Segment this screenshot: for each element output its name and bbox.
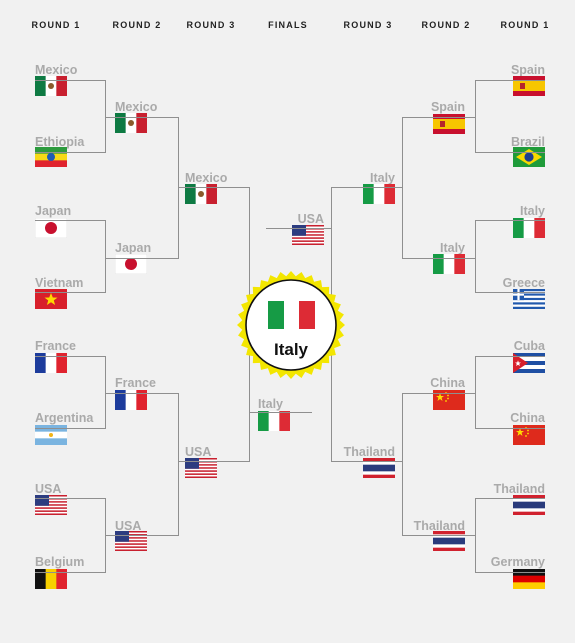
- right-round1-team-name: Thailand: [493, 482, 545, 496]
- bracket-line: [178, 393, 180, 537]
- left-round1-team-name: Argentina: [35, 411, 94, 425]
- header-right-round3: ROUND 3: [343, 20, 393, 30]
- bracket-line: [178, 461, 249, 463]
- bracket-line: [475, 498, 545, 500]
- bracket-line: [475, 80, 477, 154]
- bracket-line: [35, 498, 105, 500]
- flag-mexico-icon: [115, 113, 147, 133]
- right-round1-team-name: Cuba: [513, 339, 545, 353]
- right-round2-team-name: Spain: [430, 100, 465, 114]
- flag-japan-icon: [115, 254, 147, 274]
- bracket-line: [35, 428, 105, 430]
- bracket-line: [266, 228, 332, 230]
- left-round1-team-name: France: [35, 339, 76, 353]
- bracket-line: [331, 461, 402, 463]
- bracket-line: [35, 220, 105, 222]
- bracket-line: [35, 152, 105, 154]
- left-round2-team-name: Japan: [115, 241, 152, 255]
- bracket-line: [331, 187, 402, 189]
- bracket-line: [475, 292, 545, 294]
- bracket-line: [402, 258, 475, 260]
- flag-italy-icon: [433, 254, 465, 274]
- flag-thailand-icon: [433, 531, 465, 551]
- bracket-line: [35, 292, 105, 294]
- right-round2-team-name: Italy: [439, 241, 465, 255]
- champion-flag-icon: [268, 301, 315, 329]
- bracket-line: [105, 220, 107, 294]
- left-round1-team-name: Belgium: [35, 555, 85, 569]
- bracket-line: [475, 220, 477, 294]
- flag-spain-icon: [513, 76, 545, 96]
- right-round3-team-name: Thailand: [343, 445, 395, 459]
- flag-italy-icon: [258, 411, 290, 431]
- right-round1-team-name: Italy: [519, 204, 545, 218]
- bracket-line: [35, 356, 105, 358]
- bracket-line: [249, 412, 312, 414]
- bracket-line: [402, 393, 475, 395]
- header-left-round1: ROUND 1: [31, 20, 81, 30]
- bracket-line: [475, 428, 545, 430]
- bracket-line: [475, 356, 545, 358]
- bracket-line: [105, 393, 178, 395]
- bracket-line: [178, 187, 249, 189]
- left-round3-team-name: Mexico: [185, 171, 228, 185]
- bracket-line: [105, 258, 178, 260]
- bracket-line: [475, 498, 477, 574]
- bracket-line: [475, 356, 477, 430]
- bracket-line: [105, 535, 178, 537]
- right-round1-team-name: Greece: [502, 276, 545, 290]
- bracket-line: [475, 572, 545, 574]
- left-round3-team-name: USA: [185, 445, 212, 459]
- champion-name: Italy: [273, 340, 309, 359]
- bracket-line: [475, 80, 545, 82]
- right-round1-team-name: China: [510, 411, 545, 425]
- bracket-line: [35, 572, 105, 574]
- header-right-round2: ROUND 2: [421, 20, 471, 30]
- right-round3-team-name: Italy: [369, 171, 395, 185]
- bracket-line: [105, 117, 178, 119]
- flag-usa-icon: [115, 531, 147, 551]
- bracket-line: [35, 80, 105, 82]
- left-round1-team-name: Japan: [35, 204, 72, 218]
- bracket-line: [475, 220, 545, 222]
- champion-badge: [237, 271, 345, 379]
- left-round2-team-name: France: [115, 376, 156, 390]
- header-left-round2: ROUND 2: [112, 20, 162, 30]
- bracket-line: [402, 117, 404, 260]
- tournament-bracket: ROUND 1 ROUND 2 ROUND 3 FINALS ROUND 3 R…: [0, 0, 575, 643]
- right-round2-team-name: China: [430, 376, 465, 390]
- header-right-round1: ROUND 1: [500, 20, 550, 30]
- bracket-line: [402, 117, 475, 119]
- left-round1-team-name: Vietnam: [35, 276, 84, 290]
- header-finals: FINALS: [268, 20, 308, 30]
- flag-ethiopia-icon: [35, 147, 67, 167]
- left-finalist-name: Italy: [258, 397, 284, 411]
- flag-mexico-icon: [35, 76, 67, 96]
- flag-brazil-icon: [513, 147, 545, 167]
- header-left-round3: ROUND 3: [186, 20, 236, 30]
- left-round2-team-name: Mexico: [115, 100, 158, 114]
- bracket-line: [475, 152, 545, 154]
- right-round1-team-name: Germany: [490, 555, 545, 569]
- left-round1-team-name: Mexico: [35, 63, 78, 77]
- bracket-line: [402, 393, 404, 537]
- right-round1-team-name: Spain: [510, 63, 545, 77]
- right-finalist-name: USA: [297, 212, 324, 226]
- bracket-line: [402, 535, 475, 537]
- left-round1-team-name: USA: [35, 482, 62, 496]
